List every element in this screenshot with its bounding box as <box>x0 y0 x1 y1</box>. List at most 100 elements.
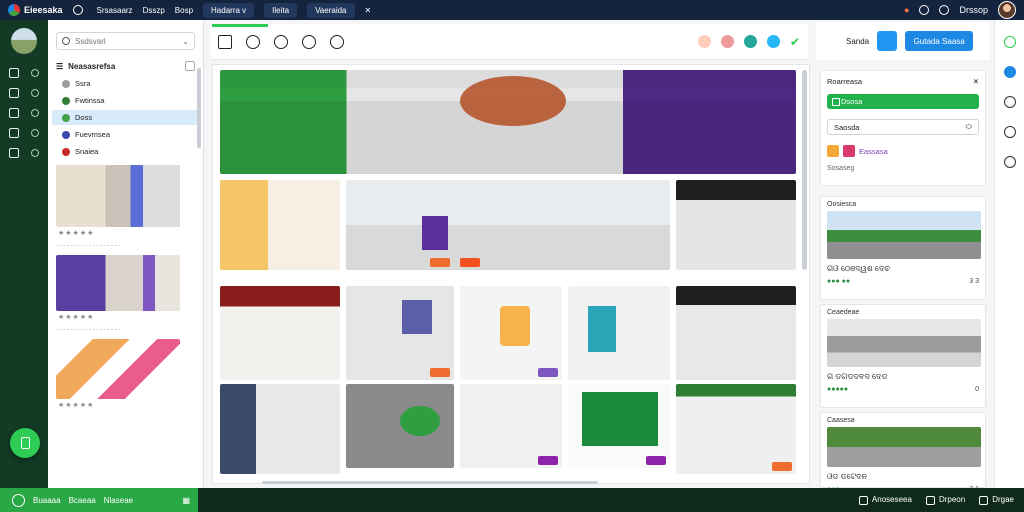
status-item[interactable]: Drpeon <box>925 495 965 505</box>
top-nav-tab[interactable]: Vaeraida <box>307 2 355 18</box>
whatsapp-icon[interactable] <box>12 493 25 507</box>
search-box[interactable]: ⌄ <box>56 32 195 50</box>
card-caption: ଓଡ ଡଟେଦନ <box>827 472 868 481</box>
chat-icon[interactable] <box>246 34 260 49</box>
gallery-image[interactable] <box>346 286 454 380</box>
status-item[interactable]: Bcaeaa <box>69 496 96 505</box>
location-icon[interactable] <box>1003 66 1016 78</box>
chat-icon[interactable] <box>9 68 19 78</box>
kiosk <box>422 216 448 250</box>
gallery-image[interactable] <box>676 384 796 474</box>
timer-icon[interactable] <box>1003 156 1016 168</box>
right-header: Sanda Gutada Saasa <box>816 22 990 60</box>
header-link[interactable]: Sanda <box>846 37 869 46</box>
close-icon[interactable]: ✕ <box>973 77 979 86</box>
list-item[interactable]: Snaiea <box>52 144 199 159</box>
top-nav-item[interactable]: Hadarra v <box>203 2 255 18</box>
gallery-image[interactable] <box>676 180 796 270</box>
new-chat-button[interactable] <box>10 428 40 458</box>
layers-icon[interactable] <box>274 34 288 49</box>
scrollbar[interactable] <box>197 68 201 148</box>
share-icon[interactable] <box>330 34 344 49</box>
user-icon[interactable] <box>697 35 711 48</box>
grid-scrollbar[interactable] <box>802 70 807 270</box>
card-count: 0 <box>975 386 979 393</box>
media-card[interactable]: Oosiesca ଗଓ ଠେଞଦ୍ୱଶ ଦେଚ ●●● ●● 3 3 <box>820 196 986 300</box>
top-nav-item[interactable]: Bosp <box>175 6 193 15</box>
user-label[interactable]: Drssop <box>959 5 988 15</box>
user-circle-icon[interactable] <box>939 5 950 15</box>
tag-icon[interactable] <box>9 148 19 158</box>
whatsapp-icon[interactable] <box>1003 36 1016 48</box>
list-item-active[interactable]: Doss <box>52 110 199 125</box>
thumbnail[interactable] <box>56 339 180 399</box>
media-card[interactable]: Ceaedeae ଗ ଡଗଡଦବଦ ଦେଡ ●●●●● 0 <box>820 304 986 408</box>
gallery-image[interactable] <box>220 384 340 474</box>
hero-image[interactable] <box>220 70 796 174</box>
card-count: 3 3 <box>969 278 979 285</box>
status-item[interactable]: Nlaseae <box>104 496 133 505</box>
cloud-icon[interactable] <box>766 35 780 48</box>
top-nav-tab[interactable]: Ileita <box>264 2 298 18</box>
gift-icon[interactable] <box>720 35 734 48</box>
status-item[interactable]: Buaaaa <box>33 496 61 505</box>
grid-icon[interactable]: ▦ <box>182 496 190 505</box>
chevron-down-icon[interactable]: ⌄ <box>182 37 189 46</box>
gallery-image[interactable] <box>346 384 454 468</box>
info-icon[interactable] <box>302 34 316 49</box>
status-label: Anoseseea <box>871 495 912 505</box>
gallery-image[interactable] <box>460 286 562 380</box>
sticker-icon[interactable] <box>843 145 855 157</box>
gallery-image[interactable] <box>460 384 562 468</box>
sticker-icon[interactable] <box>827 145 839 157</box>
media-card[interactable]: Caasesa ଓଡ ଡଟେଦନ ●●●2 1 <box>820 412 986 493</box>
toggle-icon[interactable] <box>877 31 898 51</box>
list-header-title: Neasasrefsa <box>68 61 116 71</box>
thumbnail[interactable] <box>56 255 180 311</box>
badge <box>538 368 558 377</box>
gallery-image[interactable] <box>676 286 796 380</box>
category-icon <box>62 96 70 105</box>
sticker-label: Eassasa <box>859 146 888 156</box>
grid-icon[interactable] <box>218 34 232 49</box>
close-tab-icon[interactable]: ✕ <box>365 6 372 15</box>
status-item[interactable]: Anoseseea <box>858 495 912 505</box>
gallery-image[interactable] <box>346 180 670 270</box>
details-input[interactable]: Saosda ⬭ <box>827 119 979 135</box>
gallery-image[interactable] <box>568 286 670 380</box>
top-nav-item[interactable]: Srsasaarz <box>97 6 133 15</box>
check-icon[interactable]: ✔ <box>790 35 800 49</box>
pen-icon[interactable] <box>9 108 19 118</box>
avatar[interactable] <box>998 1 1016 19</box>
home-icon[interactable] <box>72 5 83 15</box>
gallery-image[interactable] <box>568 384 670 468</box>
expand-icon[interactable] <box>185 61 195 71</box>
grid-horizontal-scrollbar[interactable] <box>262 481 598 484</box>
refresh-icon[interactable] <box>743 35 757 48</box>
contacts-icon[interactable] <box>9 88 19 98</box>
contacts-icon[interactable] <box>1003 96 1016 108</box>
badge <box>460 258 480 267</box>
notification-icon[interactable]: ● <box>904 5 909 15</box>
card-meta: ●●●●● 0 <box>827 386 979 393</box>
action-button[interactable]: Dsosa <box>827 94 979 109</box>
clock-icon[interactable] <box>919 5 930 15</box>
file-icon[interactable] <box>9 128 19 138</box>
list-item[interactable]: Ssra <box>52 76 199 91</box>
card-caption: ଗ ଡଗଡଦବଦ ଦେଡ <box>827 372 888 381</box>
toggle-icon[interactable]: ⬭ <box>966 122 972 132</box>
menu-icon[interactable]: ☰ <box>56 62 63 71</box>
brand[interactable]: Eieesaka <box>8 4 63 16</box>
gallery-image[interactable] <box>220 180 340 270</box>
thumbnail[interactable] <box>56 165 180 227</box>
list-item[interactable]: Fwtinssa <box>52 93 199 108</box>
profile-avatar[interactable] <box>11 28 37 54</box>
top-nav-item[interactable]: Dsszp <box>143 6 165 15</box>
gallery-image[interactable] <box>220 286 340 380</box>
rating: ★★★★★ <box>58 230 95 237</box>
status-item[interactable]: Drgae <box>979 495 1014 505</box>
search-input[interactable] <box>75 36 178 46</box>
list-item[interactable]: Fuevmsea <box>52 127 199 142</box>
primary-button[interactable]: Gutada Saasa <box>905 31 974 51</box>
settings-icon[interactable] <box>1003 126 1016 138</box>
